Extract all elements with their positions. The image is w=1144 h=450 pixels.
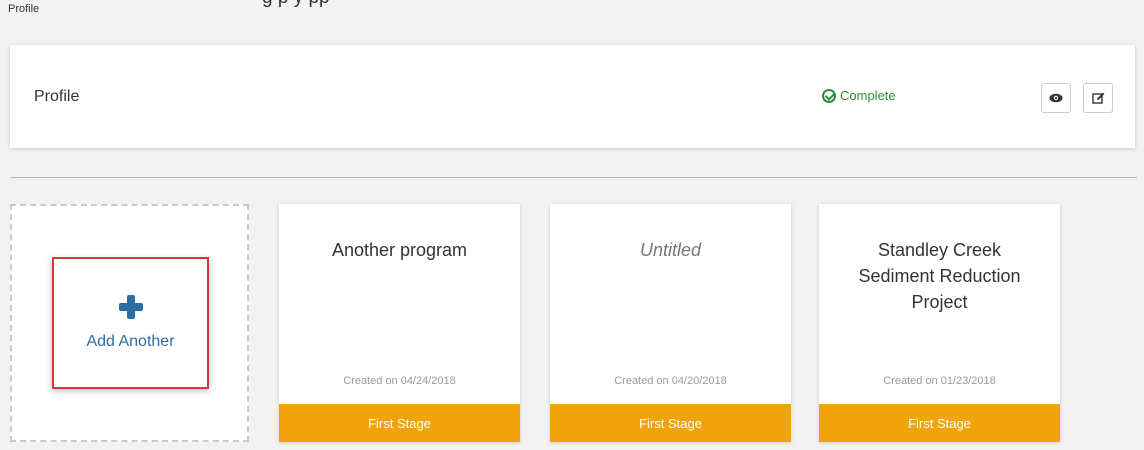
program-card[interactable]: Untitled Created on 04/20/2018 First Sta… <box>550 204 791 442</box>
program-stage-bar: First Stage <box>279 404 520 442</box>
program-created-date: Created on 04/20/2018 <box>614 375 727 387</box>
edit-icon <box>1091 92 1104 104</box>
profile-card: Profile Complete <box>10 45 1135 148</box>
breadcrumb: Profile <box>8 3 40 15</box>
add-another-button[interactable]: Add Another <box>52 257 209 389</box>
program-title: Another program <box>331 240 468 260</box>
edit-button[interactable] <box>1083 83 1113 113</box>
check-circle-icon <box>822 88 836 103</box>
program-title: Standley Creek Sediment Reduction Projec… <box>858 240 1021 312</box>
add-another-label: Add Another <box>86 333 175 350</box>
cut-off-heading-text: g p y pp <box>262 0 330 9</box>
cut-off-heading: g p y pp <box>0 0 1144 10</box>
program-stage-bar: First Stage <box>550 404 791 442</box>
view-button[interactable] <box>1041 83 1071 113</box>
status-badge: Complete <box>822 88 896 103</box>
add-another-tile: Add Another <box>10 204 249 442</box>
program-created-date: Created on 04/24/2018 <box>343 375 456 387</box>
profile-title: Profile <box>34 88 80 105</box>
eye-icon <box>1049 93 1063 103</box>
divider <box>10 177 1137 178</box>
program-created-date: Created on 01/23/2018 <box>883 375 996 387</box>
program-card[interactable]: Standley Creek Sediment Reduction Projec… <box>819 204 1060 442</box>
program-title: Untitled <box>639 240 702 260</box>
plus-icon <box>118 295 143 319</box>
program-card[interactable]: Another program Created on 04/24/2018 Fi… <box>279 204 520 442</box>
program-stage-bar: First Stage <box>819 404 1060 442</box>
status-label: Complete <box>840 88 896 103</box>
